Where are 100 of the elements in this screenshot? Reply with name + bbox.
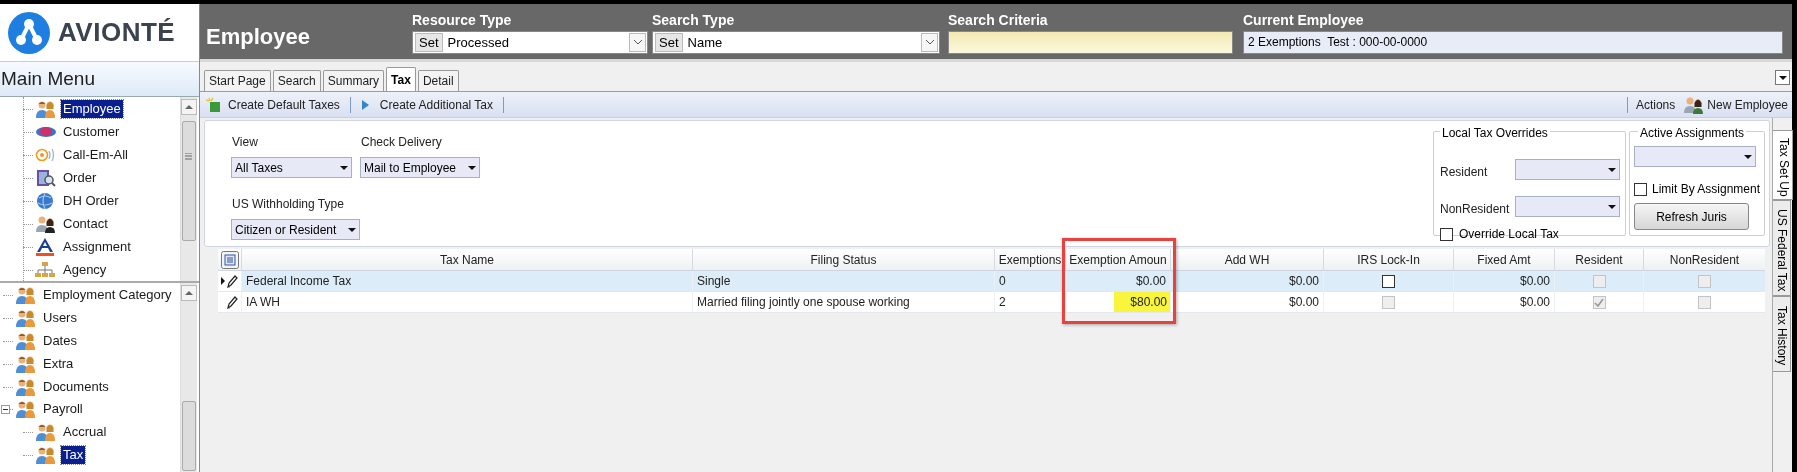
column-header[interactable]: IRS Lock-In (1323, 249, 1453, 270)
search-type-dropdown[interactable]: Set Name (652, 31, 940, 54)
globe-icon (35, 191, 56, 210)
table-row[interactable]: Federal Income Tax Single 0 $0.00 $0.00 $0.00 (218, 271, 1765, 292)
column-header[interactable]: Add WH (1170, 249, 1323, 270)
resource-type-dropdown[interactable]: Set Processed (412, 31, 648, 54)
field-label: NonResident (1440, 201, 1510, 218)
checkbox[interactable] (1634, 182, 1647, 196)
page-title: Employee (206, 23, 310, 51)
column-header[interactable]: Exemption Amoun (1065, 249, 1170, 270)
set-button[interactable]: Set (655, 33, 683, 52)
dropdown-value: Mail to Employee (364, 159, 457, 177)
tree-item[interactable]: Extra (41, 354, 76, 373)
caret-icon (340, 165, 348, 170)
chevron-down-icon (925, 40, 934, 45)
table-cell-text: $0.00 (1519, 273, 1550, 290)
tree-item[interactable]: Contact (61, 214, 110, 233)
checkbox[interactable] (1382, 274, 1395, 288)
current-row-icon (221, 277, 225, 285)
scroll-up-icon (181, 285, 197, 301)
nonresident-dropdown[interactable] (1515, 196, 1620, 217)
tree-item[interactable]: Documents (41, 377, 111, 396)
scroll-thumb[interactable] (182, 401, 196, 471)
withholding-type-dropdown[interactable]: Citizen or Resident (231, 219, 360, 240)
table-cell-text: $0.00 (1288, 273, 1319, 290)
actions-menu[interactable]: Actions (1635, 95, 1676, 114)
checkbox[interactable] (1440, 227, 1453, 241)
tree-item[interactable]: Dates (41, 332, 79, 350)
tab[interactable]: Search (272, 70, 321, 91)
check-delivery-dropdown[interactable]: Mail to Employee (360, 157, 480, 178)
play-icon (360, 98, 370, 111)
tree-item[interactable]: Employee (61, 99, 123, 118)
tab[interactable]: Start Page (204, 70, 271, 91)
column-chooser-icon (220, 250, 239, 269)
dropdown-button[interactable] (921, 33, 938, 52)
column-header[interactable]: Fixed Amt (1453, 249, 1554, 270)
field-label: Search Criteria (948, 12, 1049, 28)
dropdown-button[interactable] (1775, 70, 1790, 85)
tab[interactable]: Summary (322, 70, 385, 91)
field-label: Search Type (652, 12, 736, 28)
column-header[interactable]: NonResident (1643, 249, 1765, 270)
side-tab[interactable]: US Federal Tax (1773, 200, 1791, 296)
view-dropdown[interactable]: All Taxes (231, 157, 352, 178)
field-label: Resource Type (412, 12, 513, 28)
minus-icon (3, 407, 8, 412)
menu-title: Main Menu (0, 62, 199, 97)
resident-dropdown[interactable] (1515, 159, 1620, 180)
expander-icon[interactable] (1, 405, 10, 414)
scroll-up-icon (181, 99, 197, 115)
tab[interactable]: Tax (386, 67, 416, 91)
column-header[interactable]: Exemptions (994, 249, 1065, 270)
new-item-icon (206, 97, 220, 112)
field-label: US Withholding Type (232, 196, 344, 213)
people-icon (15, 400, 36, 419)
tree-item[interactable]: Users (41, 309, 79, 328)
scrollbar[interactable] (180, 283, 197, 472)
people-icon (15, 377, 36, 396)
toolbar-button[interactable]: Create Additional Tax (379, 95, 494, 114)
refresh-button[interactable]: Refresh Juris (1634, 203, 1749, 230)
tree-item[interactable]: Accrual (61, 423, 109, 442)
table-cell-text: Married filing jointly one spouse working (697, 294, 910, 311)
tree-item[interactable]: DH Order (61, 191, 121, 210)
tree-item[interactable]: Call-Em-All (61, 145, 130, 164)
tree-item[interactable]: Employment Category (41, 286, 174, 305)
scrollbar[interactable] (180, 97, 197, 281)
checkbox-label: Limit By Assignment (1652, 181, 1761, 198)
tree-item[interactable]: Customer (61, 122, 122, 141)
checkmark-icon (1594, 297, 1604, 307)
field-label: Current Employee (1243, 12, 1365, 28)
side-tab[interactable]: Tax Set Up (1773, 130, 1793, 200)
caret-icon (348, 227, 356, 232)
field-label: Check Delivery (361, 134, 442, 151)
column-header[interactable]: Tax Name (241, 249, 692, 270)
toolbar-button[interactable]: Create Default Taxes (228, 95, 340, 114)
column-header[interactable]: Filing Status (692, 249, 994, 270)
set-button[interactable]: Set (415, 33, 443, 52)
people-icon (35, 445, 56, 464)
people-icon (15, 286, 36, 305)
dropdown-button[interactable] (629, 33, 646, 52)
caret-icon (1608, 167, 1616, 172)
people-icon (35, 214, 56, 233)
side-tab[interactable]: Tax History (1773, 296, 1791, 372)
tree-item[interactable]: Payroll (41, 400, 85, 419)
search-criteria-field[interactable] (948, 31, 1233, 54)
assignment-dropdown[interactable] (1634, 146, 1756, 167)
logo-icon (8, 11, 50, 54)
tree-item[interactable]: Tax (61, 445, 86, 464)
people-icon (15, 309, 36, 328)
scroll-thumb[interactable] (182, 121, 196, 241)
tab[interactable]: Detail (417, 70, 459, 91)
pencil-icon (226, 295, 238, 309)
tree-item[interactable]: Order (61, 168, 99, 187)
column-header[interactable]: Resident (1554, 249, 1643, 270)
letter-icon (35, 237, 56, 256)
tree-item[interactable]: Assignment (61, 237, 133, 256)
people-icon (35, 423, 56, 442)
tree-item[interactable]: Agency (61, 260, 109, 279)
table-cell-text: 2 (999, 294, 1006, 311)
table-cell-text: $0.00 (1519, 294, 1550, 311)
new-employee-button[interactable]: New Employee (1707, 95, 1788, 114)
